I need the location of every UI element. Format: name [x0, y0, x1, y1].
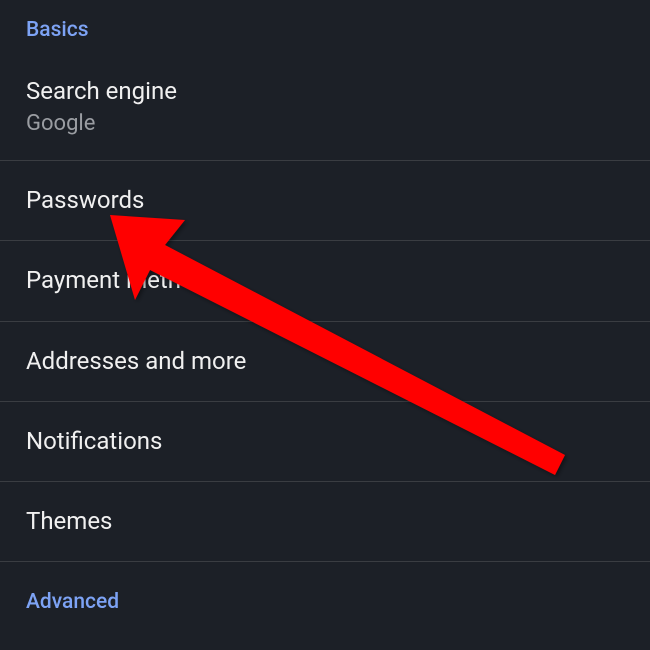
- search-engine-subtitle: Google: [26, 111, 624, 136]
- payment-methods-item[interactable]: Payment methods: [0, 241, 650, 321]
- payment-methods-title: Payment methods: [26, 265, 624, 296]
- passwords-item[interactable]: Passwords: [0, 161, 650, 241]
- themes-item[interactable]: Themes: [0, 482, 650, 562]
- search-engine-title: Search engine: [26, 76, 624, 107]
- search-engine-item[interactable]: Search engine Google: [0, 56, 650, 161]
- basics-section-header: Basics: [0, 0, 650, 56]
- passwords-title: Passwords: [26, 185, 624, 216]
- notifications-item[interactable]: Notifications: [0, 402, 650, 482]
- addresses-title: Addresses and more: [26, 346, 624, 377]
- advanced-section-header: Advanced: [0, 562, 650, 628]
- notifications-title: Notifications: [26, 426, 624, 457]
- addresses-item[interactable]: Addresses and more: [0, 322, 650, 402]
- themes-title: Themes: [26, 506, 624, 537]
